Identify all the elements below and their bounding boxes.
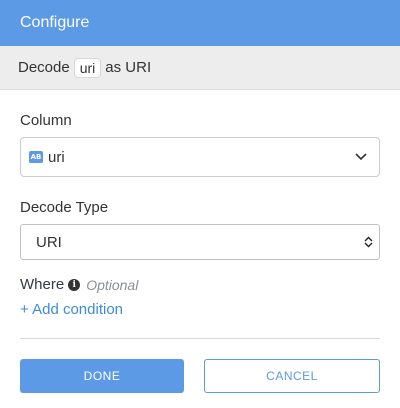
column-select-value: uri xyxy=(48,148,65,166)
transform-summary: Decode uri as URI xyxy=(0,46,400,90)
decode-type-value: URI xyxy=(36,233,62,251)
panel-header: Configure xyxy=(0,0,400,46)
column-label: Column xyxy=(20,112,72,129)
done-button[interactable]: DONE xyxy=(20,359,184,393)
add-condition-link[interactable]: + Add condition xyxy=(20,301,380,318)
divider xyxy=(20,338,380,339)
where-row: Where i Optional xyxy=(20,276,380,293)
optional-hint: Optional xyxy=(86,276,139,293)
chevron-down-icon xyxy=(355,148,367,166)
updown-arrows-icon xyxy=(364,236,373,248)
configure-panel: Configure Decode uri as URI Column AB ur… xyxy=(0,0,400,408)
info-icon[interactable]: i xyxy=(68,278,81,291)
string-type-icon: AB xyxy=(29,151,43,163)
column-select[interactable]: AB uri xyxy=(20,137,380,177)
column-chip: uri xyxy=(73,57,102,78)
cancel-button[interactable]: CANCEL xyxy=(204,359,380,393)
decode-type-select[interactable]: URI xyxy=(20,224,380,260)
summary-prefix: Decode xyxy=(18,59,70,76)
decode-type-label: Decode Type xyxy=(20,199,109,216)
button-row: DONE CANCEL xyxy=(20,359,380,393)
panel-title: Configure xyxy=(20,14,90,31)
summary-suffix: as URI xyxy=(105,59,152,76)
where-label: Where xyxy=(20,276,65,293)
form-body: Column AB uri Decode Type URI Where i Op… xyxy=(0,112,400,393)
